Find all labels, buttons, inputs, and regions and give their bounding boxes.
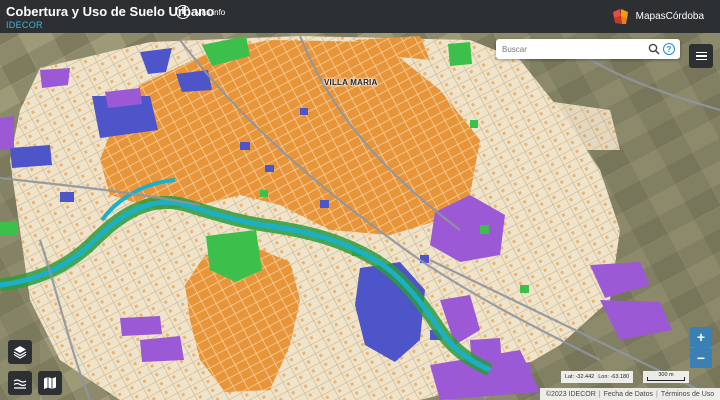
city-label: VILLA MARIA — [324, 78, 378, 87]
attribution-bar: ©2023 IDECOR | Fecha de Datos | Términos… — [540, 388, 720, 400]
coordinates-readout: Lat: -32.442 Lon: -63.180 — [561, 371, 633, 383]
zoom-out-button[interactable]: − — [690, 348, 712, 368]
layers-button[interactable] — [8, 340, 32, 364]
basemap-button[interactable] — [38, 371, 62, 395]
terms-link[interactable]: Términos de Uso — [661, 391, 714, 398]
latitude-value: Lat: -32.442 — [564, 374, 595, 380]
search-icon[interactable] — [648, 43, 660, 55]
legend-button[interactable] — [8, 371, 32, 395]
brand-name: MapasCórdoba — [635, 10, 704, 22]
mapascordoba-logo-icon — [612, 9, 628, 24]
more-info-button[interactable]: i Más info — [176, 5, 225, 19]
search-input[interactable] — [496, 40, 648, 58]
copyright-text: ©2023 IDECOR — [545, 390, 596, 398]
zoom-in-button[interactable]: + — [690, 327, 712, 347]
longitude-value: Lon: -63.180 — [598, 374, 630, 380]
menu-button[interactable] — [689, 44, 713, 68]
page-subtitle: IDECOR — [6, 20, 43, 30]
scale-bar: 300 m — [643, 371, 689, 383]
brand-logo[interactable]: MapasCórdoba — [611, 6, 704, 26]
map-canvas[interactable] — [0, 33, 720, 400]
app-header: Cobertura y Uso de Suelo Urbano IDECOR i… — [0, 0, 720, 33]
layers-icon — [13, 346, 27, 359]
data-date-link[interactable]: Fecha de Datos — [604, 391, 653, 398]
more-info-label: Más info — [195, 7, 226, 17]
info-icon: i — [176, 5, 190, 19]
help-icon[interactable]: ? — [663, 43, 675, 55]
legend-icon — [13, 379, 27, 389]
search-box[interactable]: ? — [496, 39, 680, 59]
map-icon — [44, 377, 56, 389]
hamburger-icon — [695, 51, 707, 54]
